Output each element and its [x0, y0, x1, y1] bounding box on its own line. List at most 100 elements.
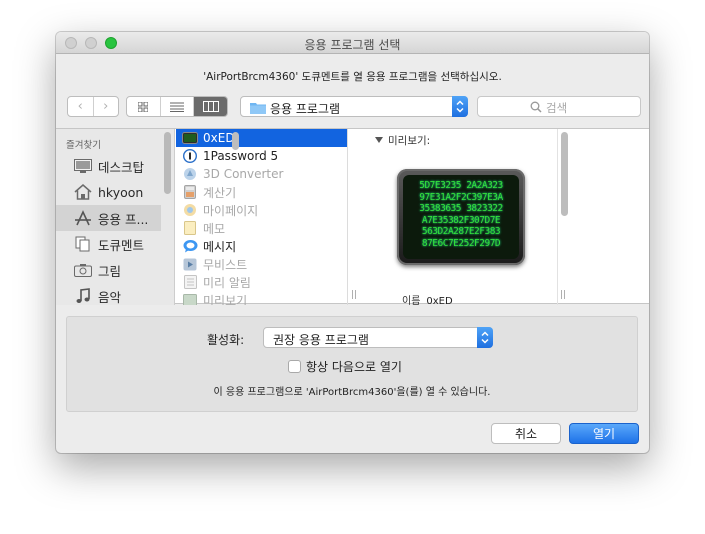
sidebar-item-label: 그림 [98, 263, 122, 279]
folder-icon [250, 103, 266, 114]
forward-icon: › [103, 99, 109, 114]
window-title: 응용 프로그램 선택 [304, 38, 401, 52]
app-row-notes[interactable]: 메모 [176, 219, 347, 237]
title-bar: 응용 프로그램 선택 [56, 32, 649, 54]
nav-buttons: ‹ › [67, 96, 119, 117]
camera-icon [73, 261, 93, 279]
columns-icon [202, 101, 219, 112]
mypage-icon [181, 203, 199, 218]
app-label: 미리 알림 [203, 275, 251, 290]
app-row-calculator[interactable]: 계산기 [176, 183, 347, 201]
app-row-0xed[interactable]: 0xED [176, 129, 347, 147]
column-view-button[interactable] [193, 97, 227, 116]
sidebar-item-documents[interactable]: 도큐멘트 [56, 231, 161, 257]
list-icon [170, 102, 184, 112]
movist-icon [181, 257, 199, 272]
preview-name-value: 0xED [426, 296, 453, 307]
applications-column: 0xED 1Password 5 3D Converter 계산기 마이페이지 … [176, 129, 348, 305]
app-preview-icon: 5D7E3235 2A2A323 97E31A2F2C397E3A 353836… [397, 169, 525, 265]
sidebar-item-label: 도큐멘트 [98, 237, 145, 253]
sidebar-header: 즐겨찾기 [66, 140, 101, 151]
column-resize-handle[interactable]: || [560, 290, 566, 300]
reminders-icon [181, 275, 199, 290]
sidebar-item-label: 데스크탑 [98, 159, 145, 175]
desktop-icon [73, 157, 93, 175]
app-row-1password[interactable]: 1Password 5 [176, 147, 347, 165]
notes-icon [181, 221, 199, 236]
search-placeholder: 검색 [546, 101, 568, 115]
app-row-mypage[interactable]: 마이페이지 [176, 201, 347, 219]
popup-stepper[interactable] [452, 96, 468, 117]
preview-pane: 미리보기: 5D7E3235 2A2A323 97E31A2F2C397E3A … [369, 129, 566, 307]
always-open-option[interactable]: 항상 다음으로 열기 [288, 358, 402, 374]
options-panel: 활성화: 권장 응용 프로그램 항상 다음으로 열기 이 응용 프로그램으로 '… [66, 316, 638, 412]
sidebar-item-applications[interactable]: 응용 프... [56, 205, 161, 231]
app-label: 1Password 5 [203, 149, 279, 163]
hex-line: 35383635 3823322 [419, 203, 503, 214]
messages-icon [181, 239, 199, 254]
home-icon [73, 183, 93, 201]
1password-icon [181, 149, 199, 164]
always-open-label: 항상 다음으로 열기 [306, 359, 402, 374]
app-row-movist[interactable]: 무비스트 [176, 255, 347, 273]
app-label: 무비스트 [203, 257, 248, 272]
hex-line: 87E6C7E252F297D [421, 237, 501, 249]
back-icon: ‹ [77, 99, 83, 114]
popup-stepper[interactable] [477, 327, 493, 348]
sidebar-item-desktop[interactable]: 데스크탑 [56, 153, 161, 179]
column-divider [557, 129, 558, 305]
enable-value: 권장 응용 프로그램 [273, 333, 369, 347]
sidebar-scrollbar[interactable] [164, 132, 171, 194]
music-icon [73, 287, 93, 305]
search-icon [530, 101, 542, 113]
preview-header-label: 미리보기: [388, 135, 431, 147]
app-row-messages[interactable]: 메시지 [176, 237, 347, 255]
sidebar-item-home[interactable]: hkyoon [56, 179, 161, 205]
sidebar-item-pictures[interactable]: 그림 [56, 257, 161, 283]
hex-screen: 5D7E3235 2A2A323 97E31A2F2C397E3A 353836… [403, 175, 519, 259]
cancel-button[interactable]: 취소 [491, 423, 561, 444]
chevron-updown-icon [456, 100, 464, 113]
chevron-updown-icon [481, 331, 489, 344]
app-chooser-dialog: 응용 프로그램 선택 'AirPortBrcm4360' 도큐멘트를 열 응용 … [56, 32, 649, 453]
column-resize-handle[interactable]: || [351, 290, 357, 300]
app-label: 3D Converter [203, 167, 284, 181]
location-label: 응용 프로그램 [270, 102, 341, 116]
preview-icon [181, 293, 199, 305]
preview-header[interactable]: 미리보기: [375, 133, 430, 148]
back-button[interactable]: ‹ [68, 97, 93, 116]
hex-line: 563D2A287E2F383 [421, 226, 501, 237]
applications-scrollbar[interactable] [232, 132, 239, 150]
app-row-reminders[interactable]: 미리 알림 [176, 273, 347, 291]
view-mode-buttons [126, 96, 228, 117]
location-popup[interactable]: 응용 프로그램 [240, 96, 468, 117]
app-label: 마이페이지 [203, 203, 259, 218]
hex-line: 97E31A2F2C397E3A [419, 191, 503, 203]
preview-name: 이름 0xED [402, 292, 453, 307]
sidebar-item-label: 응용 프... [98, 211, 149, 227]
enable-label: 활성화: [207, 333, 245, 347]
converter-icon [181, 167, 199, 182]
sidebar: 즐겨찾기 데스크탑 hkyoon 응용 프... 도큐멘트 그림 음악 [56, 129, 175, 305]
preview-name-key: 이름 [402, 296, 421, 307]
sidebar-item-music[interactable]: 음악 [56, 283, 161, 305]
sidebar-item-label: 음악 [98, 289, 122, 305]
icon-view-button[interactable] [127, 97, 160, 116]
app-label: 0xED [203, 131, 235, 145]
forward-button[interactable]: › [92, 97, 119, 116]
open-button[interactable]: 열기 [569, 423, 639, 444]
always-open-checkbox[interactable] [288, 359, 301, 373]
app-label: 계산기 [203, 185, 237, 200]
app-label: 메시지 [203, 239, 237, 254]
preview-scrollbar[interactable] [561, 132, 568, 216]
applications-icon [73, 209, 93, 227]
compatibility-note: 이 응용 프로그램으로 'AirPortBrcm4360'을(를) 열 수 있습… [213, 387, 491, 398]
grid-icon [138, 101, 149, 112]
file-browser: 즐겨찾기 데스크탑 hkyoon 응용 프... 도큐멘트 그림 음악 0xED… [56, 128, 649, 307]
app-row-3d-converter[interactable]: 3D Converter [176, 165, 347, 183]
list-view-button[interactable] [159, 97, 194, 116]
sidebar-item-label: hkyoon [98, 184, 144, 200]
search-field[interactable]: 검색 [477, 96, 641, 117]
enable-popup[interactable]: 권장 응용 프로그램 [263, 327, 493, 348]
app-row-preview[interactable]: 미리보기 [176, 291, 347, 305]
